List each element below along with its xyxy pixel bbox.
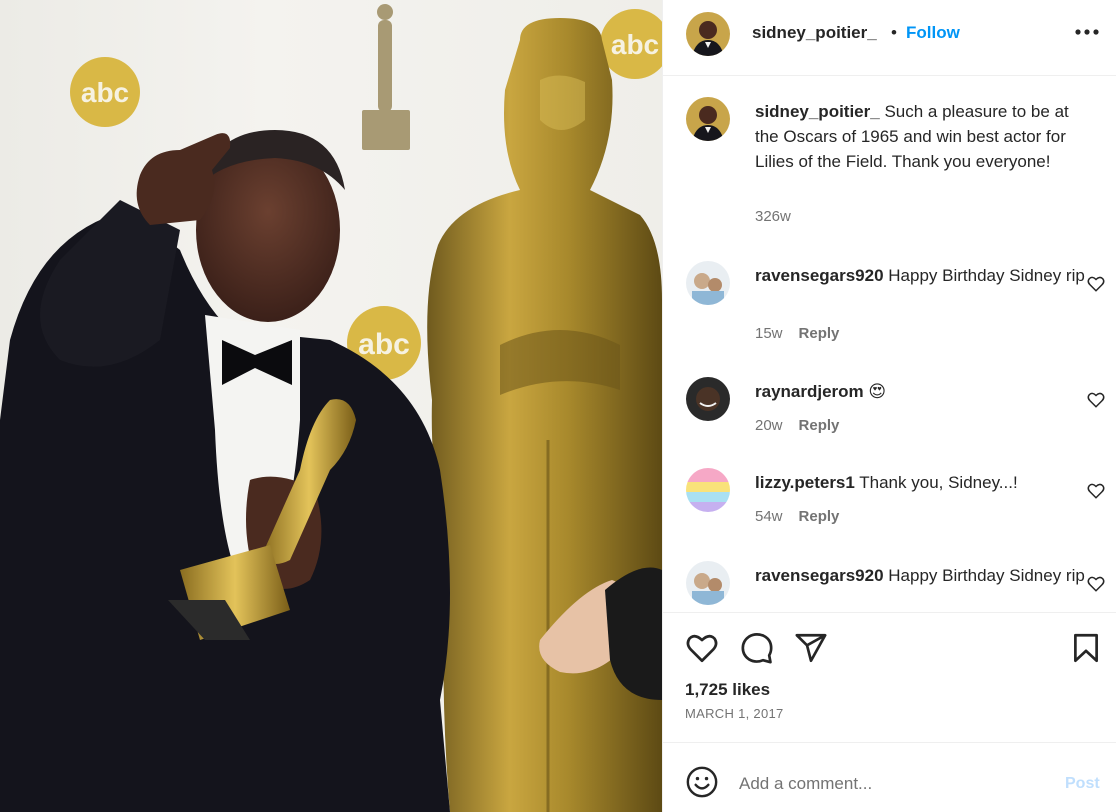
author-username[interactable]: sidney_poitier_ xyxy=(752,23,877,43)
oscars-photo-illustration: abc abc abc xyxy=(0,4,662,812)
separator-dot: • xyxy=(891,23,897,42)
reply-button[interactable]: Reply xyxy=(799,417,840,434)
commenter-avatar[interactable] xyxy=(686,377,730,421)
commenter-avatar[interactable] xyxy=(686,261,730,305)
comment-time: 15w xyxy=(755,325,783,342)
caption-text: sidney_poitier_ Such a pleasure to be at… xyxy=(755,99,1085,174)
comments-list[interactable]: sidney_poitier_ Such a pleasure to be at… xyxy=(663,77,1116,612)
oscar-emblem xyxy=(362,4,410,150)
comment-meta: 54w Reply xyxy=(755,508,839,525)
post-actions: 1,725 likes MARCH 1, 2017 xyxy=(663,612,1116,742)
comment-username[interactable]: raynardjerom xyxy=(755,382,864,401)
like-comment-heart-icon[interactable] xyxy=(1087,391,1105,409)
post-side-panel: sidney_poitier_ • Follow sidney_poitier_… xyxy=(662,0,1116,812)
like-comment-heart-icon[interactable] xyxy=(1087,482,1105,500)
comment-username[interactable]: ravensegars920 xyxy=(755,266,884,285)
post-photo: abc abc abc xyxy=(0,0,662,812)
author-avatar[interactable] xyxy=(686,12,730,56)
comment-icon[interactable] xyxy=(740,631,774,665)
comment-username[interactable]: ravensegars920 xyxy=(755,566,884,585)
bookmark-icon[interactable] xyxy=(1069,631,1103,665)
more-options-icon[interactable] xyxy=(1073,20,1101,44)
man-in-tuxedo xyxy=(0,130,450,812)
comment-username[interactable]: lizzy.peters1 xyxy=(755,473,855,492)
comment-text: raynardjerom 😍 xyxy=(755,379,1085,404)
caption-meta: 326w xyxy=(755,208,791,225)
emoji-icon[interactable] xyxy=(685,765,719,799)
comment-body: 😍 xyxy=(868,382,887,401)
post-date: MARCH 1, 2017 xyxy=(685,706,784,721)
like-comment-heart-icon[interactable] xyxy=(1087,275,1105,293)
commenter-avatar[interactable] xyxy=(686,561,730,605)
svg-text:abc: abc xyxy=(611,29,659,60)
share-icon[interactable] xyxy=(794,631,828,665)
comment-text: lizzy.peters1 Thank you, Sidney...! xyxy=(755,470,1085,495)
post-header: sidney_poitier_ • Follow xyxy=(663,0,1116,76)
comment-input[interactable] xyxy=(739,769,1039,799)
comment-body: Thank you, Sidney...! xyxy=(859,473,1018,492)
caption-time: 326w xyxy=(755,208,791,225)
oscar-statue xyxy=(427,18,662,812)
like-comment-heart-icon[interactable] xyxy=(1087,575,1105,593)
abc-logo: abc xyxy=(600,9,662,79)
heart-icon[interactable] xyxy=(685,631,719,665)
comment-meta: 20w Reply xyxy=(755,417,839,434)
reply-button[interactable]: Reply xyxy=(799,325,840,342)
follow-button[interactable]: Follow xyxy=(906,23,960,43)
add-comment-bar: Post xyxy=(663,742,1116,812)
comment-time: 20w xyxy=(755,417,783,434)
abc-logo: abc xyxy=(70,57,140,127)
comment-meta: 15w Reply xyxy=(755,325,839,342)
svg-text:abc: abc xyxy=(81,77,129,108)
comment-text: ravensegars920 Happy Birthday Sidney rip xyxy=(755,563,1085,588)
likes-count[interactable]: 1,725 likes xyxy=(685,680,770,700)
author-avatar[interactable] xyxy=(686,97,730,141)
comment-time: 54w xyxy=(755,508,783,525)
comment-body: Happy Birthday Sidney rip xyxy=(888,266,1085,285)
caption-username[interactable]: sidney_poitier_ xyxy=(755,102,880,121)
reply-button[interactable]: Reply xyxy=(799,508,840,525)
comment-text: ravensegars920 Happy Birthday Sidney rip xyxy=(755,263,1085,288)
post-comment-button[interactable]: Post xyxy=(1065,775,1100,793)
commenter-avatar[interactable] xyxy=(686,468,730,512)
comment-body: Happy Birthday Sidney rip xyxy=(888,566,1085,585)
svg-text:abc: abc xyxy=(358,328,410,361)
